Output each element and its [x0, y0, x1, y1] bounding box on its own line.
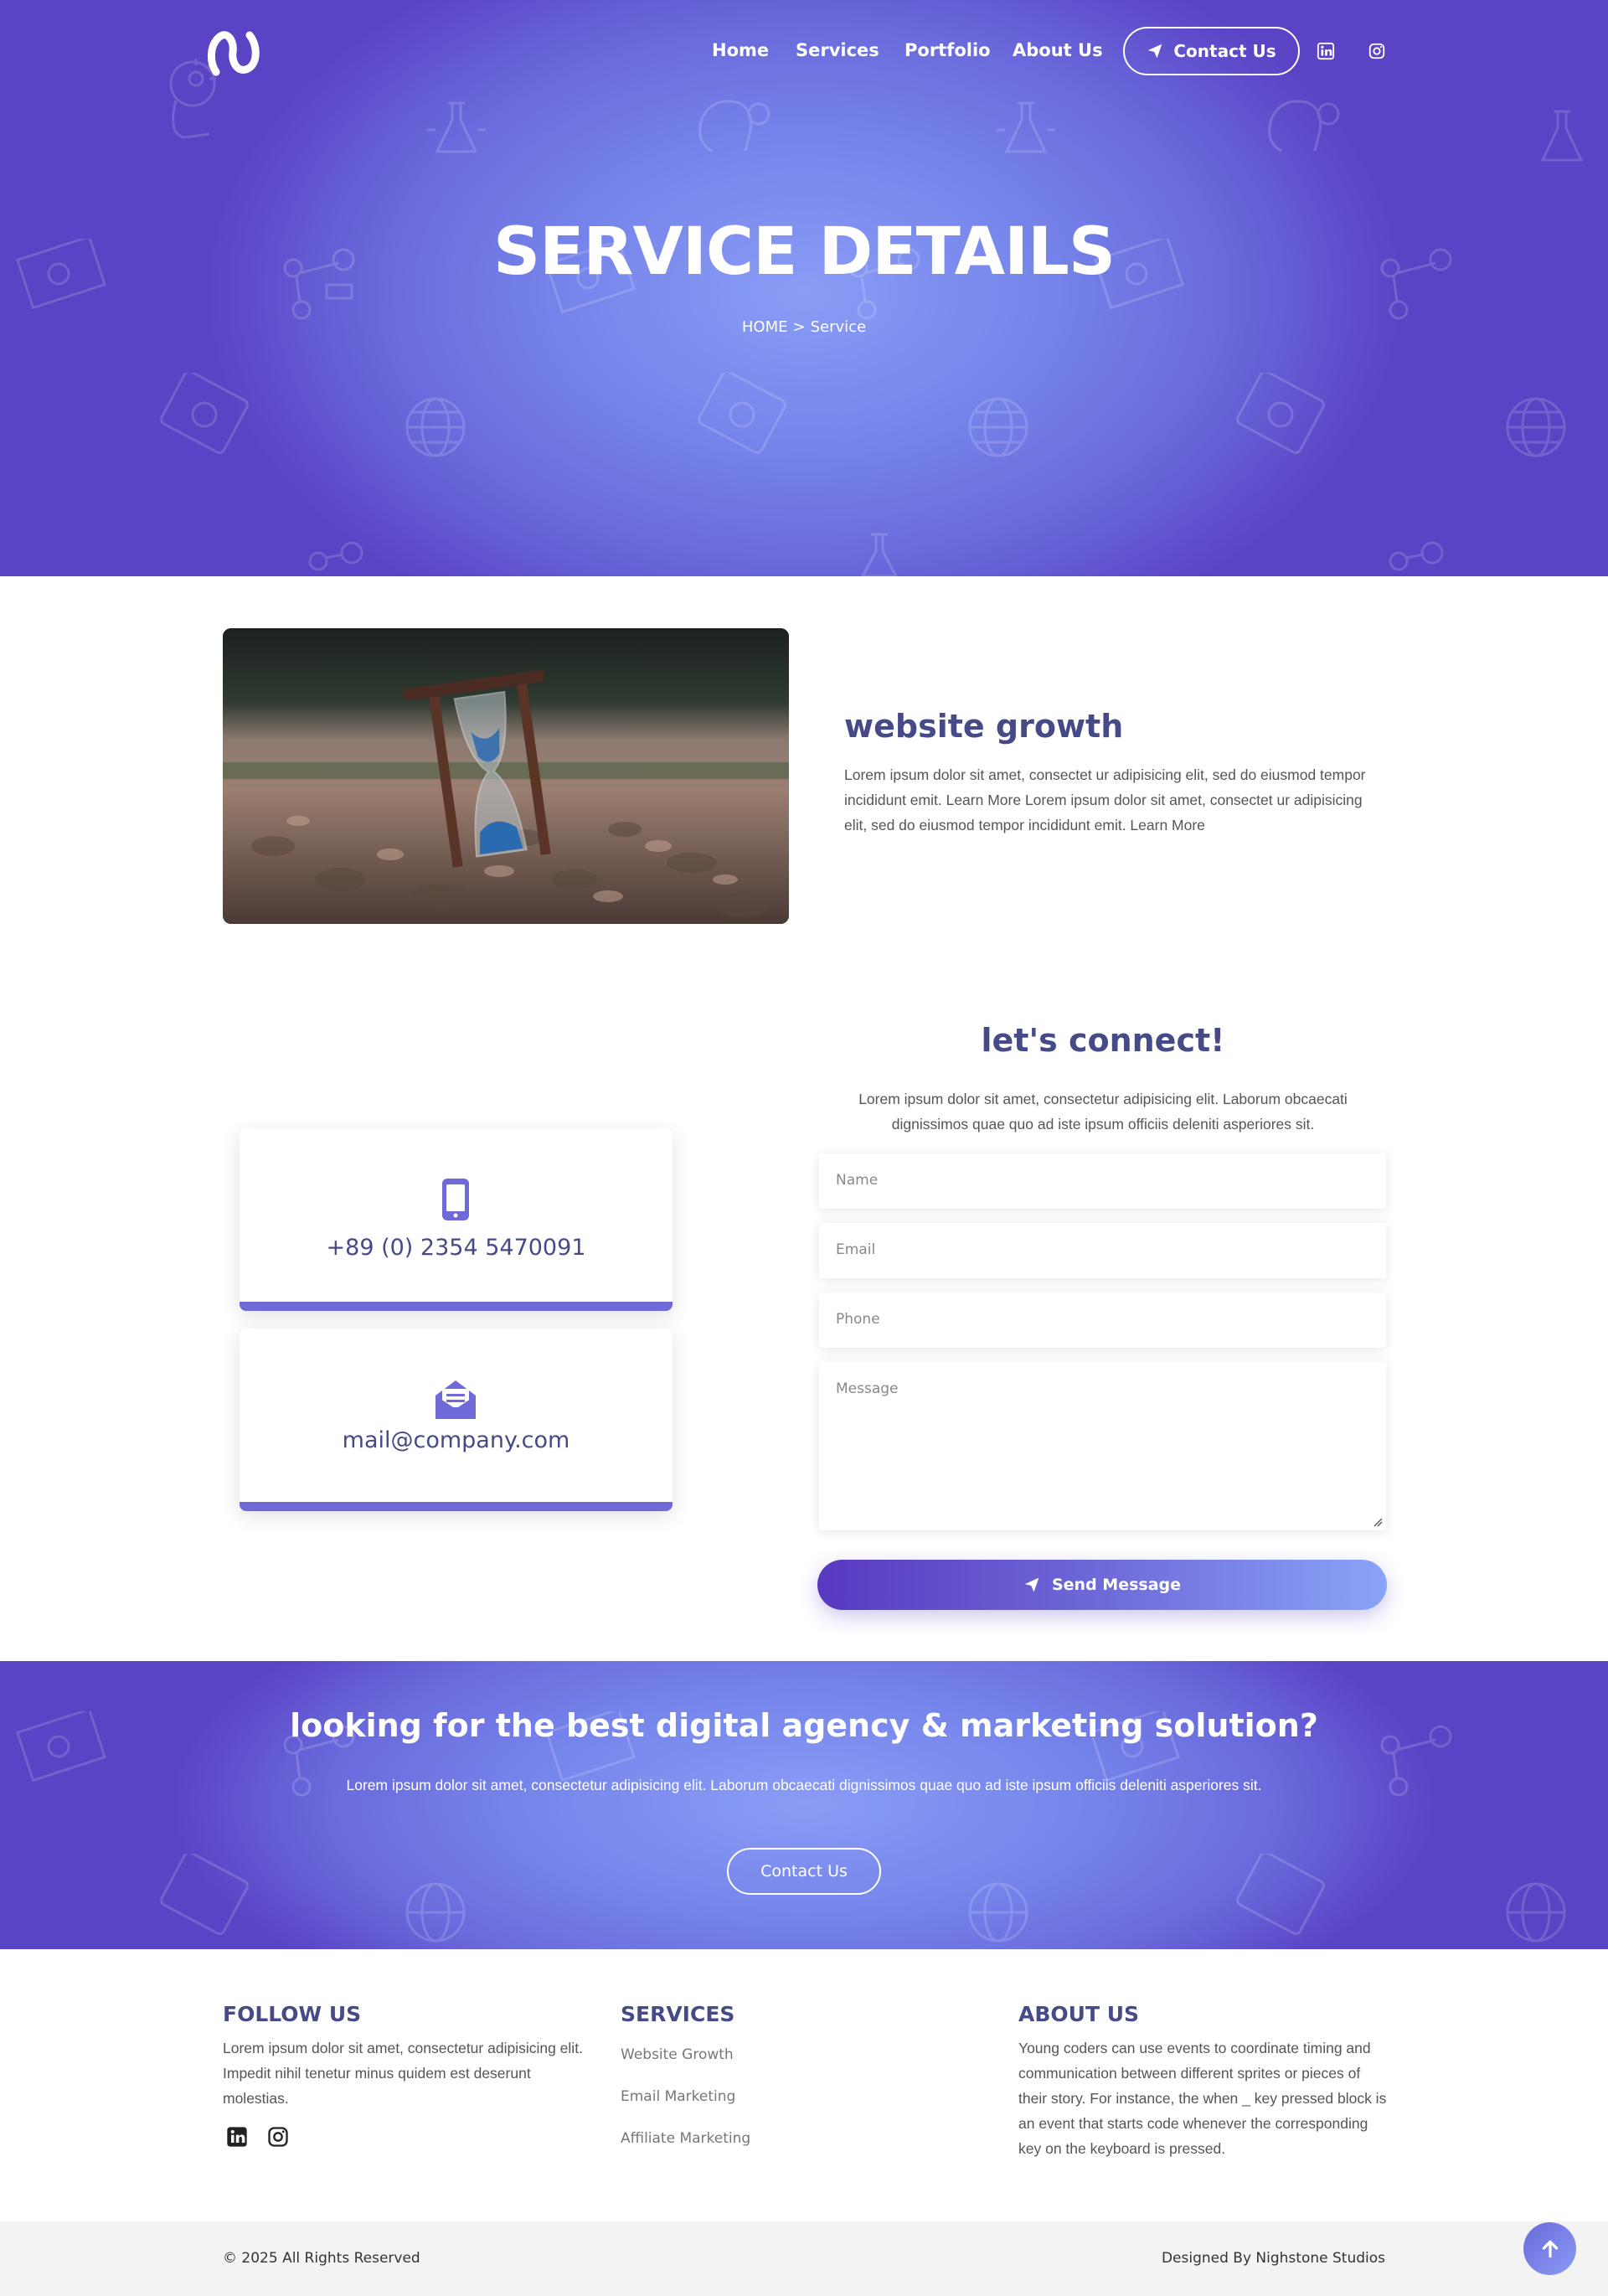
nav-link-portfolio[interactable]: Portfolio	[904, 40, 991, 60]
email-placeholder: Email	[836, 1241, 876, 1258]
globe-doodle-icon	[402, 1879, 469, 1949]
globe-doodle-icon	[1502, 1879, 1569, 1949]
phone-card-accent	[240, 1302, 673, 1311]
arrow-up-icon	[1542, 2240, 1558, 2257]
cta-contact-button[interactable]: Contact Us	[727, 1848, 881, 1895]
hero-banner: Home Services Portfolio About Us Contact…	[0, 0, 1608, 576]
footer-linkedin-icon[interactable]	[225, 2125, 249, 2149]
footer-follow-text: Lorem ipsum dolor sit amet, consectetur …	[223, 2040, 583, 2107]
globe-doodle-icon	[965, 1879, 1032, 1949]
globe-doodle-icon	[965, 394, 1032, 465]
contact-title: let's connect!	[981, 1022, 1225, 1059]
name-field[interactable]: Name	[819, 1153, 1386, 1209]
footer-about-heading: ABOUT US	[1018, 2002, 1140, 2026]
send-icon	[1148, 44, 1162, 59]
phone-field[interactable]: Phone	[819, 1292, 1386, 1348]
designed-by: Designed By Nighstone Studios	[1161, 2250, 1385, 2267]
browser-doodle-icon	[1235, 369, 1327, 461]
service-image	[223, 628, 789, 924]
flask-doodle-icon	[419, 91, 494, 168]
cta-title: looking for the best digital agency & ma…	[290, 1707, 1318, 1744]
main-nav: Home Services Portfolio About Us Contact…	[0, 25, 1608, 77]
footer-link-email-marketing[interactable]: Email Marketing	[621, 2088, 735, 2105]
page-title: SERVICE DETAILS	[492, 214, 1116, 290]
bottom-bar: © 2025 All Rights Reserved Designed By N…	[0, 2221, 1608, 2296]
breadcrumb-current: Service	[810, 318, 867, 336]
back-to-top-button[interactable]	[1523, 2222, 1576, 2275]
send-message-button[interactable]: Send Message	[817, 1560, 1387, 1610]
email-card: mail@company.com	[240, 1329, 673, 1511]
message-field[interactable]: Message	[819, 1362, 1386, 1530]
cta-banner: looking for the best digital agency & ma…	[0, 1661, 1608, 1949]
browser-doodle-icon	[159, 369, 251, 461]
mail-icon	[436, 1380, 476, 1419]
copyright: © 2025 All Rights Reserved	[223, 2250, 420, 2267]
email-card-accent	[240, 1502, 673, 1511]
send-message-label: Send Message	[1051, 1576, 1182, 1594]
service-description: Lorem ipsum dolor sit amet, consectet ur…	[844, 766, 1366, 833]
flask-doodle-icon	[846, 528, 913, 576]
footer-follow-heading: FOLLOW US	[223, 2002, 362, 2026]
breadcrumb-home[interactable]: HOME	[742, 318, 788, 336]
footer-link-website-growth[interactable]: Website Growth	[621, 2046, 734, 2063]
nav-link-home[interactable]: Home	[712, 40, 769, 60]
browser-doodle-icon	[159, 1850, 251, 1942]
cta-description: Lorem ipsum dolor sit amet, consectetur …	[346, 1777, 1262, 1793]
service-title: website growth	[844, 708, 1124, 745]
footer-link-affiliate-marketing[interactable]: Affiliate Marketing	[621, 2130, 750, 2147]
footer-services-heading: SERVICES	[621, 2002, 735, 2026]
phone-icon	[442, 1179, 469, 1220]
head-gear-doodle-icon	[1256, 92, 1348, 163]
nav-contact-button[interactable]: Contact Us	[1123, 27, 1300, 75]
browser-doodle-icon	[1235, 1850, 1327, 1942]
globe-doodle-icon	[402, 394, 469, 465]
nav-link-about[interactable]: About Us	[1013, 40, 1103, 60]
resize-handle-icon[interactable]	[1373, 1517, 1383, 1527]
breadcrumb: HOME > Service	[0, 318, 1608, 336]
name-placeholder: Name	[836, 1172, 879, 1189]
message-placeholder: Message	[836, 1380, 899, 1397]
email-address: mail@company.com	[342, 1427, 570, 1453]
molecule-doodle-icon	[1382, 528, 1449, 576]
head-gear-doodle-icon	[687, 92, 779, 163]
phone-card: +89 (0) 2354 5470091	[240, 1128, 673, 1311]
phone-placeholder: Phone	[836, 1311, 880, 1328]
phone-number: +89 (0) 2354 5470091	[326, 1235, 586, 1261]
email-field[interactable]: Email	[819, 1223, 1386, 1278]
footer-instagram-icon[interactable]	[266, 2125, 290, 2149]
nav-link-services[interactable]: Services	[796, 40, 879, 60]
contact-description: Lorem ipsum dolor sit amet, consectetur …	[858, 1091, 1348, 1133]
flask-doodle-icon	[1524, 105, 1600, 176]
molecule-doodle-icon	[302, 528, 368, 576]
breadcrumb-separator: >	[792, 318, 806, 336]
send-icon	[1024, 1577, 1039, 1592]
instagram-icon[interactable]	[1368, 42, 1386, 60]
globe-doodle-icon	[1502, 394, 1569, 465]
footer-about-text: Young coders can use events to coordinat…	[1018, 2040, 1387, 2157]
linkedin-icon[interactable]	[1317, 42, 1335, 60]
nav-contact-label: Contact Us	[1173, 41, 1276, 61]
flask-doodle-icon	[988, 96, 1064, 168]
browser-doodle-icon	[697, 369, 789, 461]
